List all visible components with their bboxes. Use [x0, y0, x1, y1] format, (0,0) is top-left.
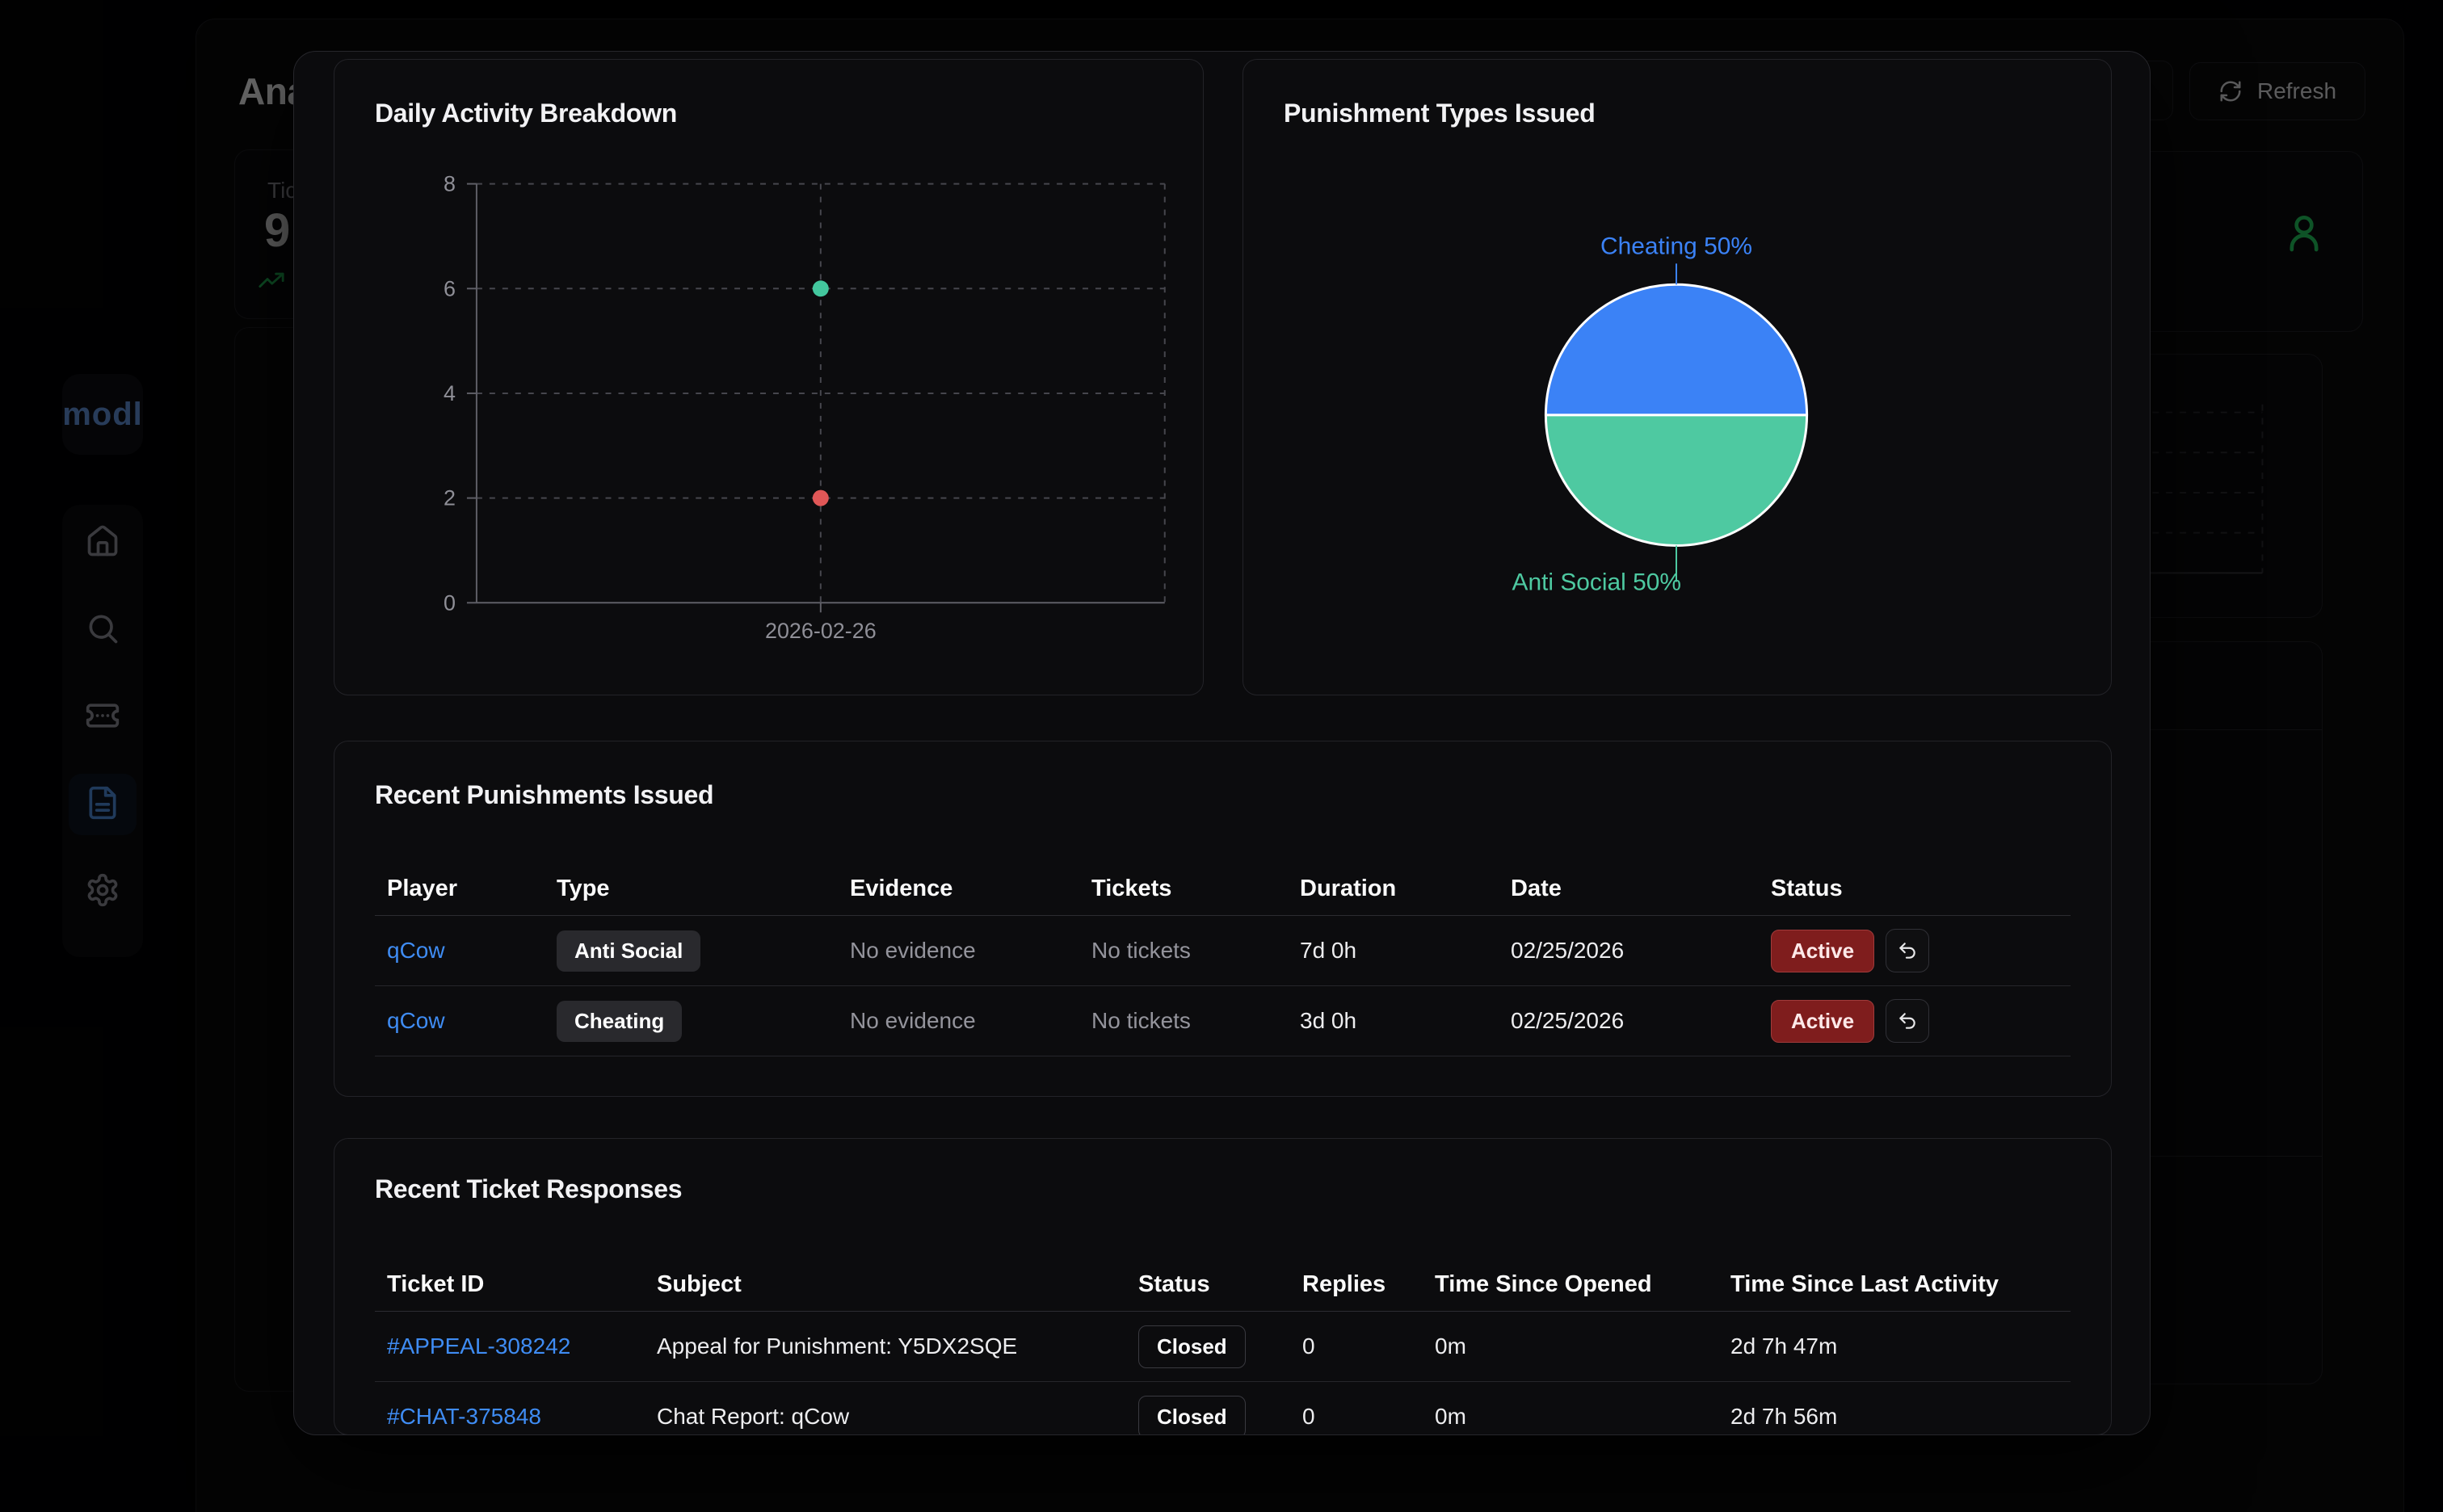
status-badge-active: Active: [1771, 999, 1875, 1043]
date-cell: 02/25/2026: [1511, 1008, 1625, 1033]
col-status: Status: [1771, 876, 1843, 901]
replies-cell: 0: [1302, 1404, 1315, 1429]
status-badge-closed: Closed: [1138, 1395, 1246, 1434]
daily-activity-chart: 0 2 4 6 8 2026-02-26: [444, 172, 1166, 643]
daily-activity-card: 0 2 4 6 8 2026-02-26 Daily Activity Breakdown: [334, 59, 1204, 695]
player-link[interactable]: qCow: [387, 1008, 445, 1034]
last-activity-cell: 2d 7h 56m: [1730, 1404, 1838, 1429]
undo-icon: [1899, 1013, 1915, 1029]
col-subject: Subject: [657, 1271, 742, 1297]
player-link[interactable]: qCow: [387, 938, 445, 964]
duration-cell: 7d 0h: [1300, 938, 1357, 963]
recent-punishments-title: Recent Punishments Issued: [375, 780, 714, 809]
tickets-cell: No tickets: [1091, 1008, 1191, 1033]
daily-activity-title: Daily Activity Breakdown: [375, 99, 677, 128]
opened-cell: 0m: [1435, 1334, 1466, 1359]
ticket-row: #CHAT-375848 Chat Report: qCow Closed 0 …: [375, 1382, 2071, 1434]
analytics-modal: 0 2 4 6 8 2026-02-26 Daily Activity Breakdown…: [293, 51, 2151, 1435]
subject-cell: Appeal for Punishment: Y5DX2SQE: [657, 1334, 1018, 1359]
evidence-cell: No evidence: [850, 938, 976, 963]
subject-cell: Chat Report: qCow: [657, 1404, 850, 1429]
tickets-cell: No tickets: [1091, 938, 1191, 963]
date-cell: 02/25/2026: [1511, 938, 1625, 963]
col-ticket-id: Ticket ID: [387, 1271, 485, 1297]
undo-button[interactable]: [1886, 929, 1930, 972]
undo-icon: [1899, 943, 1915, 959]
punishment-types-chart: Cheating 50% Anti Social 50%: [1512, 233, 1809, 595]
svg-text:8: 8: [444, 172, 456, 196]
svg-text:2026-02-26: 2026-02-26: [765, 619, 877, 643]
col-tickets: Tickets: [1091, 876, 1172, 901]
svg-text:2: 2: [444, 486, 456, 510]
ticket-id-link[interactable]: #CHAT-375848: [387, 1404, 541, 1430]
replies-cell: 0: [1302, 1334, 1315, 1359]
punishment-types-card: Cheating 50% Anti Social 50% Punishment T…: [1243, 59, 2112, 695]
duration-cell: 3d 0h: [1300, 1008, 1357, 1033]
undo-button[interactable]: [1886, 999, 1930, 1043]
recent-punishments-card: Recent Punishments Issued Player Type Ev…: [334, 741, 2112, 1097]
col-duration: Duration: [1300, 876, 1397, 901]
svg-text:0: 0: [444, 590, 456, 615]
punishment-row: qCow Anti Social No evidence No tickets …: [375, 916, 2071, 986]
type-chip: Anti Social: [557, 930, 701, 972]
ticket-id-link[interactable]: #APPEAL-308242: [387, 1334, 570, 1359]
col-time-opened: Time Since Opened: [1435, 1271, 1652, 1297]
svg-text:4: 4: [444, 381, 456, 405]
opened-cell: 0m: [1435, 1404, 1466, 1429]
col-date: Date: [1511, 876, 1562, 901]
punishments-table: Player Type Evidence Tickets Duration Da…: [375, 863, 2071, 1056]
evidence-cell: No evidence: [850, 1008, 976, 1033]
col-replies: Replies: [1302, 1271, 1386, 1297]
recent-tickets-card: Recent Ticket Responses Ticket ID Subjec…: [334, 1138, 2112, 1434]
punishments-header-row: Player Type Evidence Tickets Duration Da…: [375, 863, 2071, 916]
svg-text:Cheating 50%: Cheating 50%: [1600, 233, 1752, 259]
svg-text:6: 6: [444, 276, 456, 300]
status-badge-active: Active: [1771, 929, 1875, 972]
col-time-last-activity: Time Since Last Activity: [1730, 1271, 1999, 1297]
col-status: Status: [1138, 1271, 1210, 1297]
tickets-header-row: Ticket ID Subject Status Replies Time Si…: [375, 1258, 2071, 1312]
punishment-row: qCow Cheating No evidence No tickets 3d …: [375, 986, 2071, 1056]
col-player: Player: [387, 876, 458, 901]
type-chip: Cheating: [557, 1000, 683, 1042]
col-evidence: Evidence: [850, 876, 953, 901]
svg-text:Anti Social 50%: Anti Social 50%: [1512, 569, 1681, 595]
col-type: Type: [557, 876, 610, 901]
last-activity-cell: 2d 7h 47m: [1730, 1334, 1838, 1359]
recent-tickets-title: Recent Ticket Responses: [375, 1174, 683, 1203]
tickets-table: Ticket ID Subject Status Replies Time Si…: [375, 1258, 2071, 1434]
status-badge-closed: Closed: [1138, 1325, 1246, 1368]
ticket-row: #APPEAL-308242 Appeal for Punishment: Y5…: [375, 1312, 2071, 1382]
punishment-types-title: Punishment Types Issued: [1284, 99, 1596, 128]
